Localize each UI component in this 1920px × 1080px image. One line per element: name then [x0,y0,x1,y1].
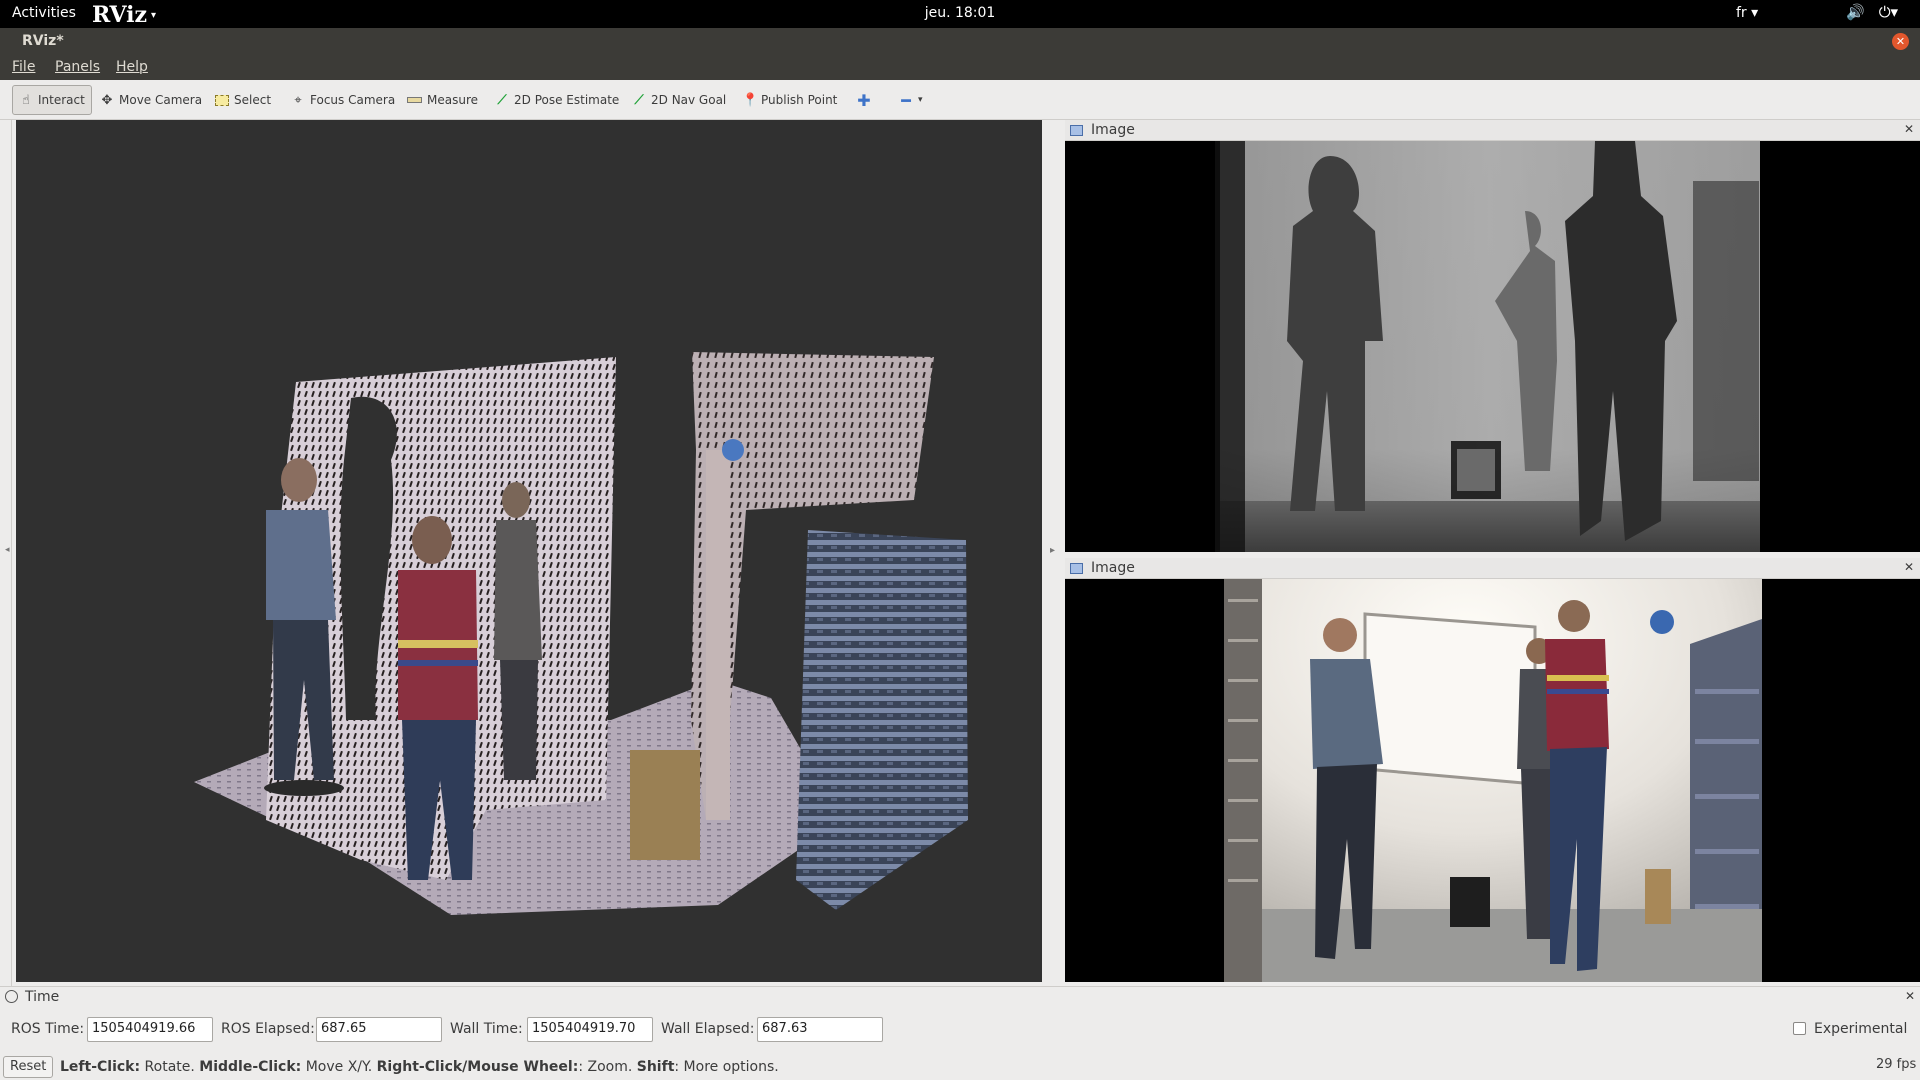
globe-points [722,439,744,461]
hint-left-key: Left-Click: [60,1059,141,1075]
depth-image-panel-title: Image [1091,122,1135,138]
person-2 [1545,600,1609,971]
green-arrow-icon: ⟋ [497,92,507,108]
move-camera-tool-button[interactable]: ✥ Move Camera [94,85,208,115]
center-splitter[interactable]: ▸ [1046,120,1064,986]
menu-panels[interactable]: Panels [55,59,100,75]
move-camera-tool-label: Move Camera [119,93,203,107]
depth-image-panel-header[interactable]: Image ✕ [1065,120,1920,141]
hint-left-value: Rotate. [140,1059,200,1075]
image-icon [1070,562,1083,574]
ros-elapsed-field[interactable]: 687.65 [316,1017,442,1042]
publish-point-tool-label: Publish Point [761,93,838,107]
rgb-image-view [1065,579,1920,982]
expand-left-arrow-icon[interactable]: ◂ [5,545,10,555]
render-3d-view[interactable] [16,120,1042,982]
ros-time-field[interactable]: 1505404919.66 [87,1017,213,1042]
box-points [630,750,700,860]
system-top-bar: Activities RViz ▾ jeu. 18:01 fr ▾ 🔊 ⏻▾ [0,0,1920,28]
depth-image [1215,141,1760,552]
expand-right-arrow-icon[interactable]: ▸ [1050,545,1055,556]
clock-icon [5,990,18,1003]
wall-time-field[interactable]: 1505404919.70 [527,1017,653,1042]
ros-elapsed-label: ROS Elapsed: [221,1021,315,1037]
experimental-label: Experimental [1814,1021,1908,1037]
hint-middle-value: Move X/Y. [301,1059,377,1075]
hint-right-key: Right-Click/Mouse Wheel: [376,1059,579,1075]
hint-right-value: : Zoom. [578,1059,637,1075]
close-window-button[interactable]: ✕ [1892,33,1909,50]
close-icon[interactable]: ✕ [1905,989,1915,1003]
reset-button[interactable]: Reset [3,1056,54,1078]
interact-tool-button[interactable]: ☝ Interact [12,85,92,115]
time-panel: Time ✕ ROS Time: 1505404919.66 ROS Elaps… [0,986,1920,1054]
ros-time-label: ROS Time: [11,1021,85,1037]
time-panel-title: Time [25,989,60,1005]
clock[interactable]: jeu. 18:01 [0,5,1920,21]
window-title: RViz* [22,33,64,49]
interact-tool-label: Interact [38,93,85,107]
image-icon [1070,124,1083,136]
menu-bar: File Panels Help [0,56,1920,80]
publish-point-tool-button[interactable]: 📍 Publish Point [736,85,843,115]
menu-file[interactable]: File [12,59,35,75]
remove-tool-button[interactable]: ━ ▾ [893,85,929,115]
ruler-icon [407,97,422,103]
green-arrow-icon: ⟋ [634,92,644,108]
focus-camera-tool-button[interactable]: ⌖ Focus Camera [285,85,401,115]
chevron-down-icon: ▾ [918,95,923,105]
pose-estimate-tool-label: 2D Pose Estimate [514,93,620,107]
measure-tool-label: Measure [427,93,478,107]
door-frame-points [706,450,730,820]
hint-shift-key: Shift [636,1059,675,1075]
measure-tool-button[interactable]: Measure [401,85,484,115]
tool-bar: ☝ Interact ✥ Move Camera Select ⌖ Focus … [0,80,1920,120]
move-camera-icon: ✥ [101,92,113,108]
select-box-icon [215,94,229,106]
select-tool-button[interactable]: Select [209,85,277,115]
hand-pointer-icon: ☝ [22,92,30,108]
bookshelf-points [796,530,968,910]
mouse-hint-text: Left-Click: Rotate. Middle-Click: Move X… [60,1059,779,1075]
main-area: ◂ ▸ Image ✕ Image ✕ [0,120,1920,986]
rgb-image-panel-header[interactable]: Image ✕ [1065,558,1920,579]
nav-goal-tool-label: 2D Nav Goal [651,93,727,107]
hint-shift-value: : More options. [674,1059,779,1075]
language-selector[interactable]: fr ▾ [1736,5,1758,21]
pose-estimate-tool-button[interactable]: ⟋ 2D Pose Estimate [489,85,625,115]
wall-elapsed-label: Wall Elapsed: [661,1021,755,1037]
close-icon[interactable]: ✕ [1904,560,1914,574]
rgb-camera-image [1224,579,1762,982]
map-pin-icon: 📍 [742,92,759,108]
window-title-bar: RViz* ✕ [0,28,1920,56]
left-dock-splitter[interactable]: ◂ [4,120,12,986]
menu-help[interactable]: Help [116,59,148,75]
time-fields-row: ROS Time: 1505404919.66 ROS Elapsed: 687… [0,1017,1920,1043]
power-icon[interactable]: ⏻▾ [1879,3,1898,21]
depth-image-view [1065,141,1920,552]
fps-readout: 29 fps [1876,1057,1917,1072]
rgb-image-panel-title: Image [1091,560,1135,576]
select-tool-label: Select [234,93,272,107]
add-tool-button[interactable]: ✚ [851,85,877,115]
experimental-checkbox[interactable] [1793,1022,1806,1035]
volume-icon[interactable]: 🔊 [1846,3,1865,21]
close-icon[interactable]: ✕ [1904,122,1914,136]
status-bar: Reset Left-Click: Rotate. Middle-Click: … [0,1054,1920,1080]
hint-middle-key: Middle-Click: [199,1059,302,1075]
plus-icon: ✚ [857,90,871,110]
rgb-image-panel: Image ✕ [1065,558,1920,982]
point-cloud-render [194,352,968,915]
crosshair-icon: ⌖ [294,92,302,108]
time-panel-header: Time ✕ [0,989,1920,1007]
wall-elapsed-field[interactable]: 687.63 [757,1017,883,1042]
minus-icon: ━ [901,90,911,110]
focus-camera-tool-label: Focus Camera [310,93,396,107]
wall-time-label: Wall Time: [450,1021,523,1037]
system-status-area[interactable]: 🔊 ⏻▾ [1846,3,1898,21]
nav-goal-tool-button[interactable]: ⟋ 2D Nav Goal [626,85,732,115]
depth-image-panel: Image ✕ [1065,120,1920,552]
